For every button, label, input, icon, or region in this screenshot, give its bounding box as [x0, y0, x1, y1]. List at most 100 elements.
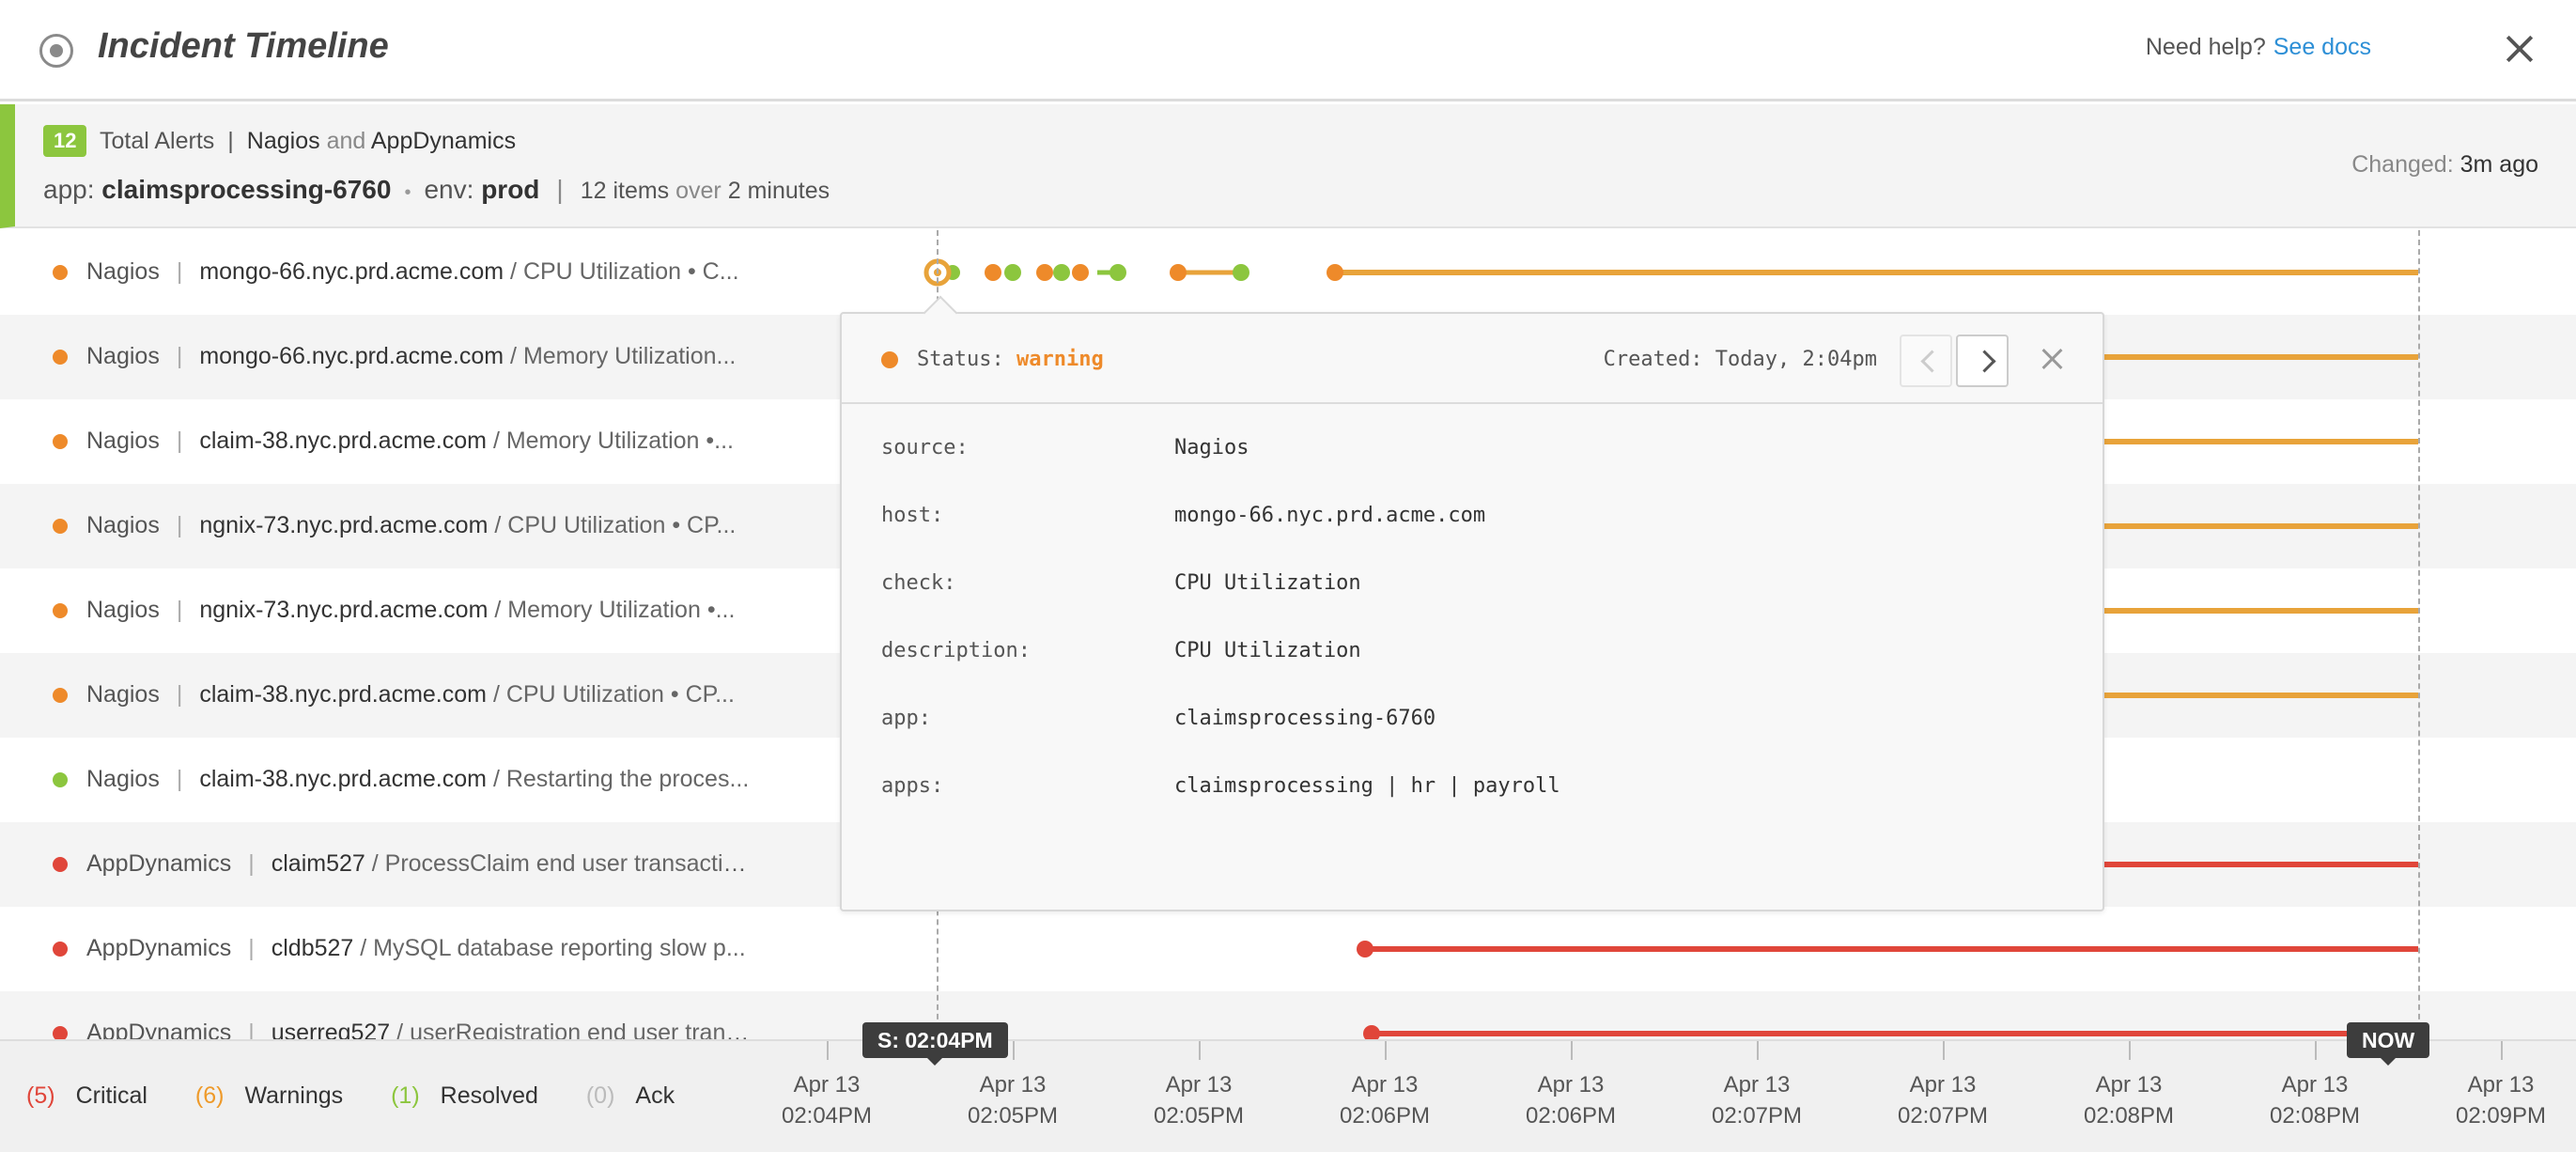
event-marker: [1327, 264, 1343, 281]
event-marker: [1363, 1025, 1380, 1040]
field-key: description:: [881, 639, 1031, 662]
app-key: app:: [43, 175, 95, 204]
status-value: warning: [1016, 348, 1104, 371]
changed-label: Changed:: [2351, 151, 2454, 178]
separator: |: [556, 175, 564, 204]
tick-time: 02:07PM: [1711, 1103, 1803, 1129]
event-marker: [1036, 264, 1053, 281]
changed-time: Changed: 3m ago: [2351, 151, 2538, 179]
axis-tick: [1199, 1041, 1201, 1060]
axis-label: Apr 13 02:04PM: [752, 1069, 902, 1131]
timeline-footer: (5) Critical (6) Warnings (1) Resolved (0) A…: [0, 1039, 2576, 1152]
env-key: env:: [424, 175, 474, 204]
total-alerts-badge: 12: [43, 125, 87, 157]
axis-label: Apr 13 02:06PM: [1310, 1069, 1460, 1131]
and-word: and: [326, 128, 366, 154]
axis-tick: [1757, 1041, 1759, 1060]
next-alert-button[interactable]: [1956, 335, 2009, 387]
axis-label: Apr 13 02:07PM: [1868, 1069, 2018, 1131]
field-key: host:: [881, 504, 944, 527]
field-value: claimsprocessing | hr | payroll: [1174, 774, 1560, 798]
field-value: CPU Utilization: [1174, 639, 1361, 662]
field-value: claimsprocessing-6760: [1174, 707, 1436, 730]
env-value: prod: [481, 175, 540, 204]
axis-tick: [1013, 1041, 1015, 1060]
tick-time: 02:05PM: [967, 1103, 1059, 1129]
field-key: source:: [881, 436, 969, 459]
event-marker: [1004, 264, 1021, 281]
field-value: mongo-66.nyc.prd.acme.com: [1174, 504, 1486, 527]
tick-time: 02:08PM: [2083, 1103, 2175, 1129]
axis-tick: [1385, 1041, 1387, 1060]
see-docs-link[interactable]: See docs: [2273, 34, 2371, 60]
tick-date: Apr 13: [1909, 1072, 1977, 1098]
tick-date: Apr 13: [2095, 1072, 2163, 1098]
axis-tick: [2129, 1041, 2131, 1060]
field-value: CPU Utilization: [1174, 571, 1361, 595]
alert-detail-popup: Status: warning Created: Today, 2:04pm s…: [840, 312, 2104, 911]
tick-date: Apr 13: [1351, 1072, 1419, 1098]
app-value: claimsprocessing-6760: [101, 175, 392, 204]
time-axis: Apr 13 02:04PM Apr 13 02:05PM Apr 13 02:05P…: [0, 1041, 2576, 1152]
items-count: 12 items: [580, 178, 670, 204]
event-marker: [1110, 264, 1126, 281]
event-marker: [1357, 941, 1373, 957]
total-alerts-label: Total Alerts: [100, 128, 215, 154]
tick-date: Apr 13: [979, 1072, 1047, 1098]
help-label: Need help?: [2145, 34, 2266, 60]
duration: 2 minutes: [727, 178, 830, 204]
event-marker: [1072, 264, 1089, 281]
axis-tick: [2501, 1041, 2503, 1060]
axis-tick: [2315, 1041, 2317, 1060]
header: Incident Timeline Need help? See docs: [0, 0, 2576, 101]
popup-created: Created: Today, 2:04pm: [1603, 348, 1877, 371]
axis-label: Apr 13 02:08PM: [2240, 1069, 2390, 1131]
tick-time: 02:09PM: [2455, 1103, 2547, 1129]
popup-header: Status: warning Created: Today, 2:04pm: [842, 314, 2103, 404]
alerts-sources: Total Alerts | Nagios and AppDynamics: [100, 128, 516, 155]
status-label: Status:: [917, 348, 1004, 371]
event-marker: [1053, 264, 1070, 281]
page-title: Incident Timeline: [98, 26, 389, 66]
source-a: Nagios: [246, 128, 320, 154]
tick-date: Apr 13: [1723, 1072, 1791, 1098]
over-word: over: [675, 178, 722, 204]
source-b: AppDynamics: [370, 128, 517, 154]
field-key: check:: [881, 571, 956, 595]
items-summary: 12 items over 2 minutes: [581, 178, 830, 204]
tick-time: 02:06PM: [1525, 1103, 1617, 1129]
tick-date: Apr 13: [1165, 1072, 1233, 1098]
now-marker-line: [2418, 230, 2420, 1038]
tick-time: 02:07PM: [1897, 1103, 1989, 1129]
tick-time: 02:05PM: [1153, 1103, 1245, 1129]
axis-label: Apr 13 02:09PM: [2426, 1069, 2576, 1131]
incident-summary: 12 Total Alerts | Nagios and AppDynamics a…: [0, 104, 2576, 228]
axis-tick: [1943, 1041, 1945, 1060]
axis-label: Apr 13 02:06PM: [1496, 1069, 1646, 1131]
start-time-flag[interactable]: S: 02:04PM: [862, 1022, 1008, 1066]
bullet-separator: •: [404, 182, 411, 203]
close-icon[interactable]: [2501, 30, 2538, 68]
axis-label: Apr 13 02:07PM: [1682, 1069, 1832, 1131]
field-value: Nagios: [1174, 436, 1249, 459]
tick-date: Apr 13: [2281, 1072, 2349, 1098]
tick-time: 02:04PM: [781, 1103, 873, 1129]
axis-label: Apr 13 02:05PM: [938, 1069, 1088, 1131]
record-icon: [39, 34, 73, 68]
axis-tick: [827, 1041, 829, 1060]
help-text: Need help? See docs: [2146, 34, 2371, 61]
event-marker: [1170, 264, 1187, 281]
axis-label: Apr 13 02:05PM: [1124, 1069, 1274, 1131]
incident-context: app: claimsprocessing-6760 • env: prod | 12 …: [43, 175, 830, 205]
tick-date: Apr 13: [1537, 1072, 1605, 1098]
tick-time: 02:06PM: [1339, 1103, 1431, 1129]
now-flag[interactable]: NOW: [2347, 1022, 2430, 1066]
changed-value: 3m ago: [2460, 151, 2538, 178]
field-key: app:: [881, 707, 931, 730]
previous-alert-button[interactable]: [1900, 335, 1952, 387]
field-key: apps:: [881, 774, 944, 798]
axis-label: Apr 13 02:08PM: [2054, 1069, 2204, 1131]
event-marker: [985, 264, 1001, 281]
separator: |: [227, 128, 234, 154]
close-icon[interactable]: [2039, 346, 2065, 372]
